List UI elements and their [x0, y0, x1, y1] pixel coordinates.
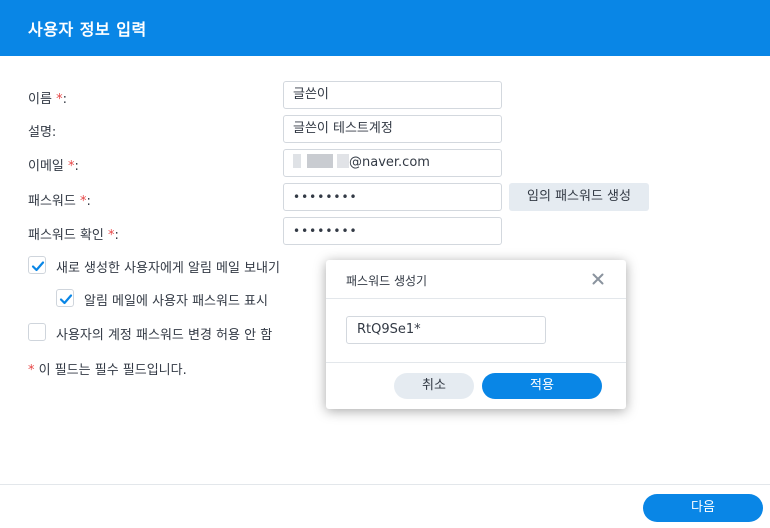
password-confirm-label: 패스워드 확인 *: — [28, 228, 119, 243]
required-fields-note: * 이 필드는 필수 필드입니다. — [28, 363, 187, 378]
email-input[interactable]: @naver.com — [283, 149, 502, 177]
page-header: 사용자 정보 입력 — [0, 0, 770, 56]
disallow-password-change-label: 사용자의 계정 패스워드 변경 허용 안 함 — [56, 328, 273, 343]
description-label: 설명: — [28, 125, 57, 140]
send-notification-label: 새로 생성한 사용자에게 알림 메일 보내기 — [56, 261, 280, 276]
email-domain: @naver.com — [349, 155, 430, 170]
generate-password-button[interactable]: 임의 패스워드 생성 — [509, 183, 649, 211]
apply-button[interactable]: 적용 — [482, 373, 602, 399]
name-label: 이름 *: — [28, 92, 67, 107]
close-icon[interactable] — [591, 272, 605, 286]
show-password-in-mail-checkbox[interactable] — [56, 289, 74, 307]
dialog-divider — [326, 298, 626, 299]
check-icon — [59, 294, 73, 305]
show-password-in-mail-label: 알림 메일에 사용자 패스워드 표시 — [84, 294, 268, 309]
disallow-password-change-checkbox[interactable] — [28, 323, 46, 341]
page-title: 사용자 정보 입력 — [28, 20, 147, 39]
check-icon — [31, 261, 45, 272]
cancel-button[interactable]: 취소 — [394, 373, 474, 399]
email-label: 이메일 *: — [28, 159, 79, 174]
password-input[interactable]: •••••••• — [283, 183, 502, 211]
description-input[interactable]: 글쓴이 테스트계정 — [283, 115, 502, 143]
footer-divider — [0, 484, 770, 485]
generated-password-field[interactable]: RtQ9Se1* — [346, 316, 546, 344]
password-confirm-input[interactable]: •••••••• — [283, 217, 502, 245]
name-input[interactable]: 글쓴이 — [283, 81, 502, 109]
dialog-divider — [326, 362, 626, 363]
password-generator-dialog: 패스워드 생성기 RtQ9Se1* 취소 적용 — [326, 260, 626, 409]
send-notification-checkbox[interactable] — [28, 256, 46, 274]
redacted-email-prefix — [293, 154, 349, 168]
dialog-title: 패스워드 생성기 — [346, 274, 428, 288]
password-label: 패스워드 *: — [28, 194, 91, 209]
next-button[interactable]: 다음 — [643, 494, 763, 522]
